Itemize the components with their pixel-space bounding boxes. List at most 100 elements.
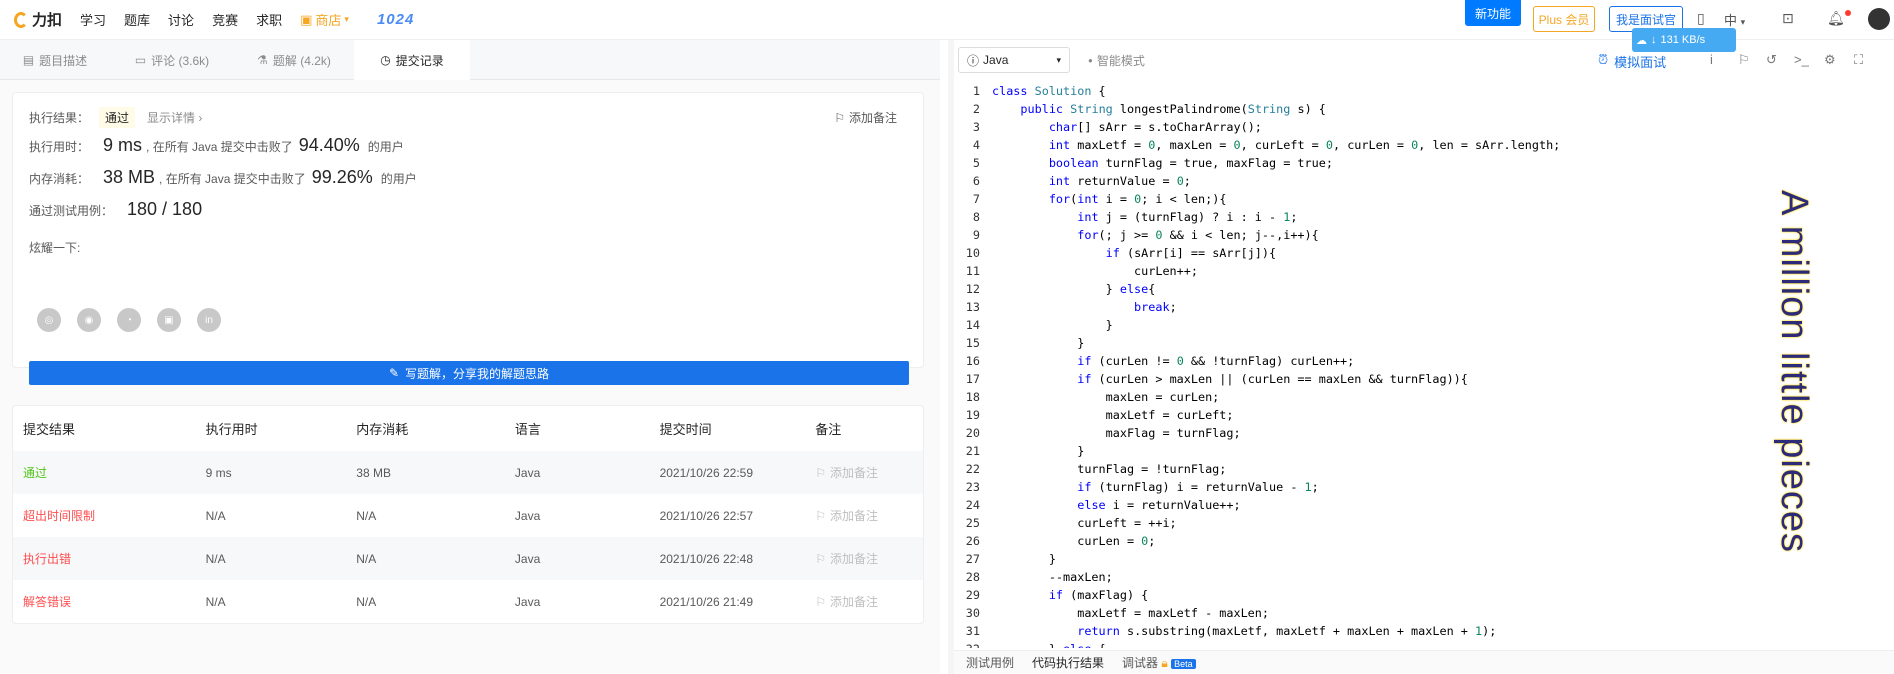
- code-line[interactable]: 17 if (curLen > maxLen || (curLen == max…: [954, 370, 1894, 388]
- code-line[interactable]: 29 if (maxFlag) {: [954, 586, 1894, 604]
- tab-solutions[interactable]: ⚗︎ 题解 (4.2k): [234, 40, 354, 80]
- show-details-link[interactable]: 显示详情 ›: [147, 109, 202, 126]
- code-line[interactable]: 28 --maxLen;: [954, 568, 1894, 586]
- code-line[interactable]: 5 boolean turnFlag = true, maxFlag = tru…: [954, 154, 1894, 172]
- tab-debugger-label: 调试器: [1122, 656, 1159, 670]
- nav-study[interactable]: 学习: [80, 10, 106, 29]
- table-row[interactable]: 解答错误 N/A N/A Java 2021/10/26 21:49 ⚐ 添加备注: [13, 580, 923, 623]
- code-line[interactable]: 22 turnFlag = !turnFlag;: [954, 460, 1894, 478]
- code-line[interactable]: 4 int maxLetf = 0, maxLen = 0, curLeft =…: [954, 136, 1894, 154]
- tab-run-result[interactable]: 代码执行结果: [1032, 654, 1104, 671]
- new-feature-button[interactable]: 新功能: [1465, 0, 1521, 26]
- wechat-icon[interactable]: ◎: [37, 308, 61, 332]
- row-add-note[interactable]: ⚐ 添加备注: [815, 464, 923, 481]
- code-line[interactable]: 20 maxFlag = turnFlag;: [954, 424, 1894, 442]
- douban-icon[interactable]: ▣: [157, 308, 181, 332]
- submissions-table: 提交结果 执行用时 内存消耗 语言 提交时间 备注 通过 9 ms 38 MB Jav…: [12, 405, 924, 624]
- fullscreen-icon[interactable]: ⛶: [1854, 52, 1863, 68]
- code-line[interactable]: 23 if (turnFlag) i = returnValue - 1;: [954, 478, 1894, 496]
- code-line[interactable]: 10 if (sArr[i] == sArr[j]){: [954, 244, 1894, 262]
- info-icon[interactable]: i: [1710, 52, 1713, 67]
- code-line[interactable]: 7 for(int i = 0; i < len;){: [954, 190, 1894, 208]
- code-editor[interactable]: 1 class Solution {2 public String longest…: [954, 82, 1894, 648]
- lock-icon: 🔒︎: [1161, 656, 1168, 670]
- line-number: 11: [965, 264, 980, 278]
- terminal-icon[interactable]: >_: [1794, 52, 1809, 67]
- code-text: for(int i = 0; i < len;){: [1048, 192, 1227, 206]
- tab-description[interactable]: ▤ 题目描述: [0, 40, 110, 80]
- smart-mode-toggle[interactable]: ● 智能模式: [1088, 52, 1145, 69]
- line-number: 19: [965, 408, 980, 422]
- row-add-note[interactable]: ⚐ 添加备注: [815, 550, 923, 567]
- runtime-users: 的用户: [367, 140, 404, 154]
- avatar[interactable]: [1868, 8, 1890, 30]
- tab-debugger[interactable]: 调试器 🔒︎ Beta: [1122, 654, 1196, 671]
- reset-icon[interactable]: ↺: [1766, 52, 1777, 68]
- row-result[interactable]: 通过: [13, 464, 206, 481]
- cases-value: 180 / 180: [127, 199, 203, 219]
- code-line[interactable]: 11 curLen++;: [954, 262, 1894, 280]
- language-select[interactable]: ⓘ Java ▾: [958, 47, 1070, 73]
- write-solution-button[interactable]: ✎ 写题解，分享我的解题思路: [29, 361, 909, 385]
- code-line[interactable]: 12 } else{: [954, 280, 1894, 298]
- code-line[interactable]: 8 int j = (turnFlag) ? i : i - 1;: [954, 208, 1894, 226]
- tab-submissions[interactable]: ◷ 提交记录: [354, 40, 470, 80]
- nav-contest[interactable]: 竞赛: [212, 10, 238, 29]
- code-line[interactable]: 14 }: [954, 316, 1894, 334]
- nav-jobs[interactable]: 求职: [256, 10, 282, 29]
- code-line[interactable]: 3 char[] sArr = s.toCharArray();: [954, 118, 1894, 136]
- run-icon[interactable]: ⚐: [1738, 52, 1750, 68]
- watermark-text: A million little pieces: [1773, 190, 1815, 554]
- nav-shop[interactable]: ▣ 商店 ▾: [300, 10, 349, 29]
- code-line[interactable]: 25 curLeft = ++i;: [954, 514, 1894, 532]
- nav-discuss[interactable]: 讨论: [168, 10, 194, 29]
- code-line[interactable]: 16 if (curLen != 0 && !turnFlag) curLen+…: [954, 352, 1894, 370]
- leetcode-logo[interactable]: 力扣: [14, 9, 62, 30]
- code-line[interactable]: 1 class Solution {: [954, 82, 1894, 100]
- row-add-note[interactable]: ⚐ 添加备注: [815, 593, 923, 610]
- nav-problems[interactable]: 题库: [124, 10, 150, 29]
- language-value: Java: [983, 53, 1009, 67]
- plus-member-button[interactable]: Plus 会员: [1533, 6, 1595, 32]
- row-result[interactable]: 解答错误: [13, 593, 206, 610]
- row-add-note[interactable]: ⚐ 添加备注: [815, 507, 923, 524]
- row-result[interactable]: 执行出错: [13, 550, 206, 567]
- code-line[interactable]: 15 }: [954, 334, 1894, 352]
- code-line[interactable]: 27 }: [954, 550, 1894, 568]
- code-line[interactable]: 2 public String longestPalindrome(String…: [954, 100, 1894, 118]
- table-row[interactable]: 通过 9 ms 38 MB Java 2021/10/26 22:59 ⚐ 添加备注: [13, 451, 923, 494]
- console-icon[interactable]: ⊡: [1782, 10, 1794, 27]
- code-line[interactable]: 21 }: [954, 442, 1894, 460]
- code-line[interactable]: 32 } else {: [954, 640, 1894, 648]
- linkedin-icon[interactable]: in: [197, 308, 221, 332]
- mock-interview-button[interactable]: ⏰︎ 模拟面试: [1598, 52, 1666, 71]
- code-text: }: [992, 552, 1056, 566]
- nav-1024-logo[interactable]: 1024: [377, 11, 414, 28]
- row-note-label: 添加备注: [830, 595, 879, 609]
- line-number: 8: [972, 210, 980, 224]
- code-line[interactable]: 19 maxLetf = curLeft;: [954, 406, 1894, 424]
- table-row[interactable]: 执行出错 N/A N/A Java 2021/10/26 22:48 ⚐ 添加备注: [13, 537, 923, 580]
- qq-icon[interactable]: ◔: [117, 308, 141, 332]
- row-result[interactable]: 超出时间限制: [13, 507, 206, 524]
- tab-testcases[interactable]: 测试用例: [966, 654, 1014, 671]
- code-line[interactable]: 30 maxLetf = maxLetf - maxLen;: [954, 604, 1894, 622]
- line-number: 25: [965, 516, 980, 530]
- row-note-label: 添加备注: [830, 509, 879, 523]
- bell-icon[interactable]: 🔔︎: [1827, 10, 1845, 27]
- tab-comments[interactable]: ▭ 评论 (3.6k): [110, 40, 234, 80]
- code-line[interactable]: 9 for(; j >= 0 && i < len; j--,i++){: [954, 226, 1894, 244]
- weibo-icon[interactable]: ◉: [77, 308, 101, 332]
- row-runtime: 9 ms: [205, 465, 232, 480]
- code-line[interactable]: 24 else i = returnValue++;: [954, 496, 1894, 514]
- code-line[interactable]: 31 return s.substring(maxLetf, maxLetf +…: [954, 622, 1894, 640]
- code-line[interactable]: 26 curLen = 0;: [954, 532, 1894, 550]
- table-row[interactable]: 超出时间限制 N/A N/A Java 2021/10/26 22:57 ⚐ 添加备注: [13, 494, 923, 537]
- add-note-button[interactable]: ⚐ 添加备注: [834, 109, 897, 126]
- code-line[interactable]: 13 break;: [954, 298, 1894, 316]
- settings-icon[interactable]: ⚙: [1824, 52, 1836, 68]
- code-line[interactable]: 18 maxLen = curLen;: [954, 388, 1894, 406]
- language-switch[interactable]: 中 ▾: [1724, 10, 1745, 29]
- code-line[interactable]: 6 int returnValue = 0;: [954, 172, 1894, 190]
- mobile-icon[interactable]: ▯: [1697, 10, 1705, 27]
